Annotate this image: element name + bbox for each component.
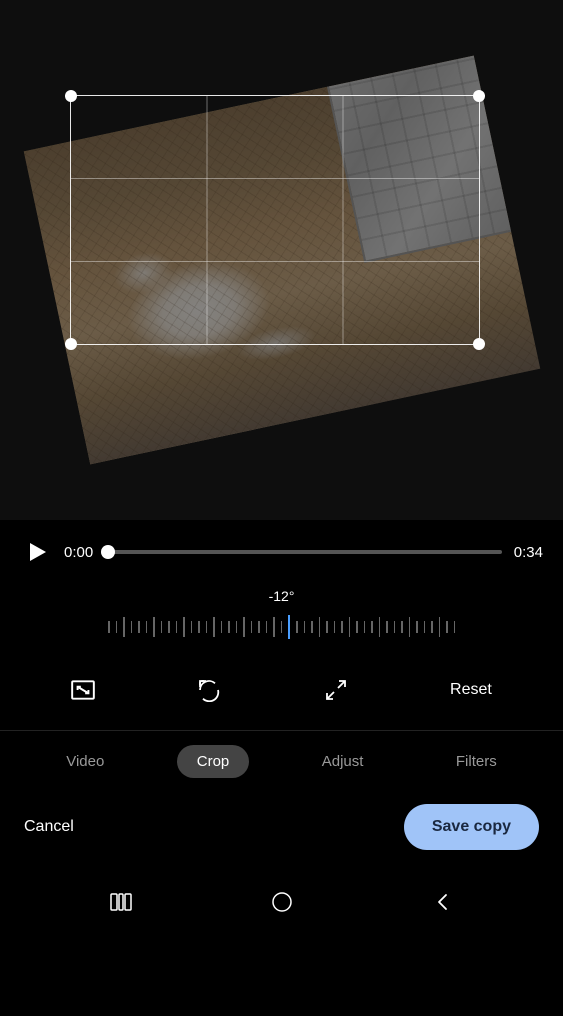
back-icon xyxy=(433,892,453,912)
tool-buttons-row: Reset xyxy=(0,654,563,730)
crop-handle-top-left[interactable] xyxy=(65,90,77,102)
tick xyxy=(326,621,328,633)
tick xyxy=(281,621,283,633)
aspect-ratio-button[interactable] xyxy=(59,666,107,714)
tick xyxy=(364,621,366,633)
back-button[interactable] xyxy=(423,882,463,922)
tick xyxy=(266,621,268,633)
crop-handle-top-right[interactable] xyxy=(473,90,485,102)
rotate-icon xyxy=(197,678,221,702)
tick xyxy=(394,621,396,633)
tick xyxy=(401,621,403,633)
tick xyxy=(334,621,336,633)
tick xyxy=(236,621,238,633)
tick xyxy=(386,621,388,633)
play-button[interactable] xyxy=(20,536,52,568)
tick xyxy=(131,621,133,633)
tick xyxy=(311,621,313,633)
tick xyxy=(439,617,441,637)
scrubber-track[interactable] xyxy=(105,550,502,554)
tick xyxy=(349,617,351,637)
time-current: 0:00 xyxy=(64,544,93,561)
tick xyxy=(183,617,185,637)
tick xyxy=(176,621,178,633)
tick xyxy=(138,621,140,633)
tick xyxy=(108,621,110,633)
fullscreen-button[interactable] xyxy=(312,666,360,714)
video-timeline: 0:00 0:34 xyxy=(0,520,563,584)
tick xyxy=(191,621,193,633)
tick xyxy=(116,621,118,633)
tick xyxy=(379,617,381,637)
tab-adjust[interactable]: Adjust xyxy=(302,745,384,778)
tick xyxy=(206,621,208,633)
tick xyxy=(446,621,448,633)
tab-crop[interactable]: Crop xyxy=(177,745,250,778)
tick xyxy=(123,617,125,637)
tick xyxy=(146,621,148,633)
edit-tab-bar: Video Crop Adjust Filters xyxy=(0,731,563,792)
reset-button[interactable]: Reset xyxy=(438,673,504,707)
tick xyxy=(304,621,306,633)
scrubber-track-container[interactable] xyxy=(105,550,502,554)
crop-handle-bottom-right[interactable] xyxy=(473,338,485,350)
tick xyxy=(296,621,298,633)
tick xyxy=(424,621,426,633)
tab-filters[interactable]: Filters xyxy=(436,745,517,778)
scrubber-thumb[interactable] xyxy=(101,545,115,559)
rotation-control: -12° xyxy=(0,584,563,654)
tick xyxy=(371,621,373,633)
tick xyxy=(213,617,215,637)
home-button[interactable] xyxy=(262,882,302,922)
tick xyxy=(168,621,170,633)
tick xyxy=(251,621,253,633)
system-nav-bar xyxy=(0,866,563,942)
tick xyxy=(319,617,321,637)
tick xyxy=(356,621,358,633)
tick xyxy=(341,621,343,633)
tick xyxy=(273,617,275,637)
rotation-slider[interactable] xyxy=(0,612,563,642)
home-icon xyxy=(270,890,294,914)
tick xyxy=(258,621,260,633)
crop-handle-bottom-left[interactable] xyxy=(65,338,77,350)
recent-apps-button[interactable] xyxy=(101,882,141,922)
bottom-actions: Cancel Save copy xyxy=(0,792,563,866)
controls-panel: 0:00 0:34 -12° xyxy=(0,520,563,942)
tick xyxy=(228,621,230,633)
rotation-value-label: -12° xyxy=(269,588,295,604)
time-total: 0:34 xyxy=(514,544,543,561)
rotate-button[interactable] xyxy=(185,666,233,714)
tick xyxy=(454,621,456,633)
crop-box[interactable] xyxy=(70,95,480,345)
tick xyxy=(153,617,155,637)
tab-video[interactable]: Video xyxy=(46,745,124,778)
image-preview-area xyxy=(0,0,563,520)
save-copy-button[interactable]: Save copy xyxy=(404,804,539,850)
recent-apps-icon xyxy=(110,893,132,911)
tick xyxy=(409,617,411,637)
rotation-center-tick xyxy=(288,615,290,639)
tick xyxy=(416,621,418,633)
fullscreen-icon xyxy=(324,678,348,702)
aspect-ratio-icon xyxy=(70,677,96,703)
tick xyxy=(198,621,200,633)
cancel-button[interactable]: Cancel xyxy=(24,818,74,836)
tick-marks xyxy=(0,615,563,639)
tick xyxy=(243,617,245,637)
tick xyxy=(161,621,163,633)
play-icon xyxy=(30,543,46,561)
tick xyxy=(221,621,223,633)
tick xyxy=(431,621,433,633)
